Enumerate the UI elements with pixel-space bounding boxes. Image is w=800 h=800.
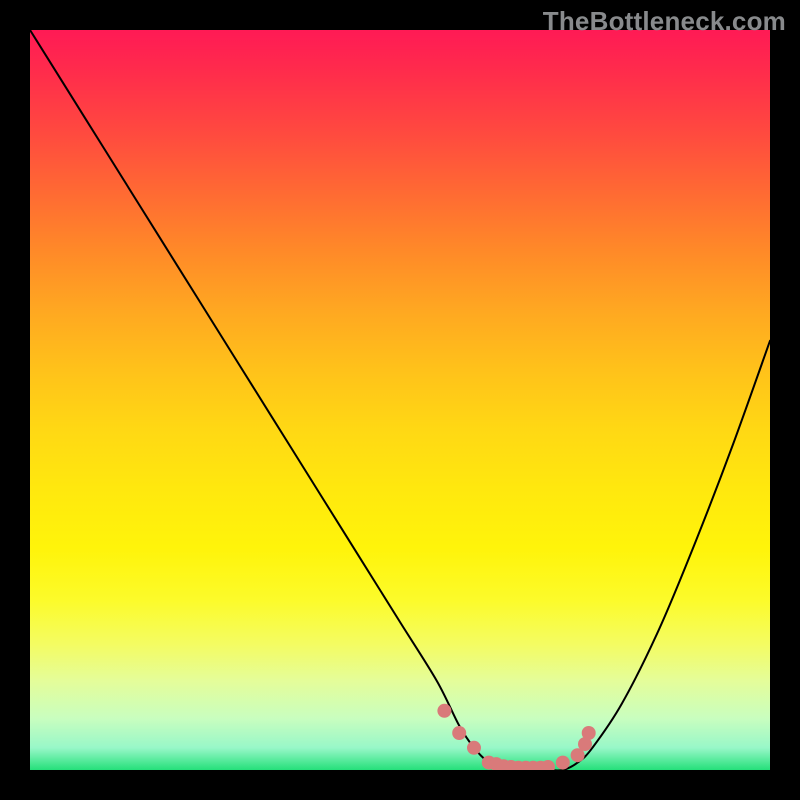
- valley-marker: [582, 726, 596, 740]
- chart-frame: TheBottleneck.com: [0, 0, 800, 800]
- watermark-text: TheBottleneck.com: [543, 6, 786, 37]
- valley-marker: [556, 756, 570, 770]
- bottleneck-curve: [30, 30, 770, 770]
- curve-layer: [30, 30, 770, 770]
- plot-area: [30, 30, 770, 770]
- valley-markers: [437, 704, 595, 770]
- valley-marker: [452, 726, 466, 740]
- valley-marker: [467, 741, 481, 755]
- valley-marker: [437, 704, 451, 718]
